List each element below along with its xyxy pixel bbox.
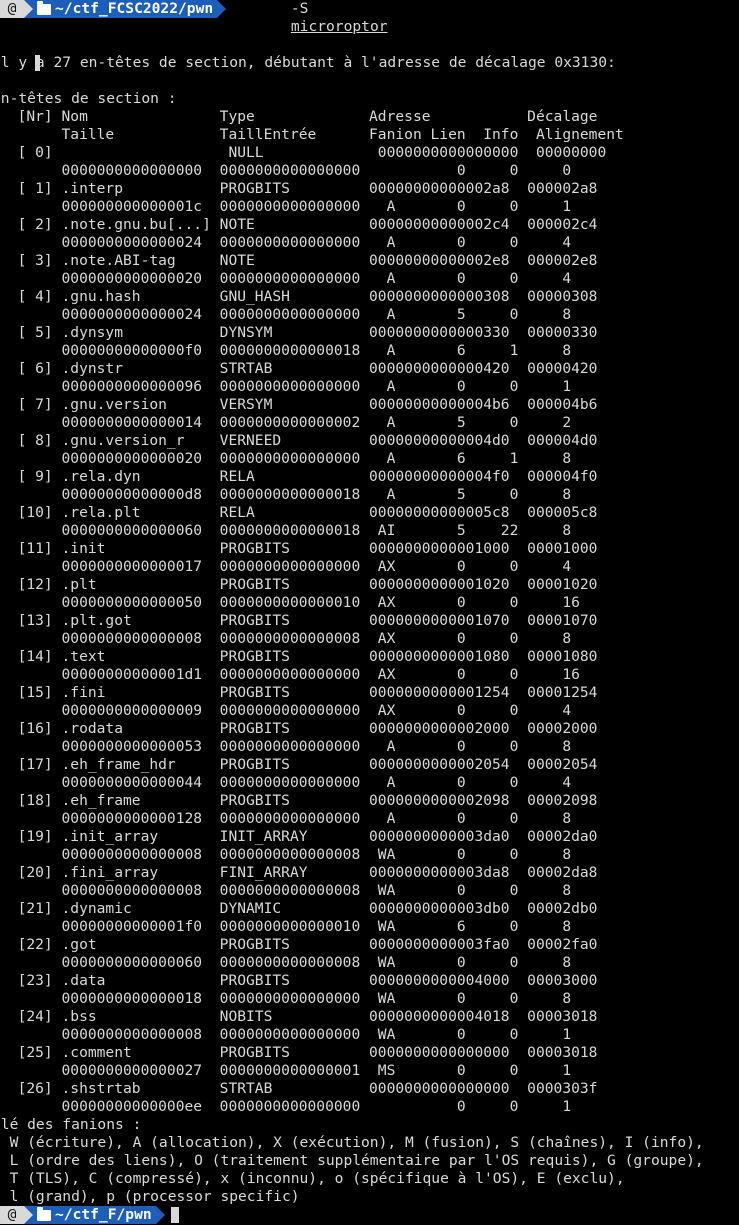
table-row: [13] .plt.got PROGBITS 0000000000001070 …	[0, 612, 598, 629]
table-row-detail: 0000000000000008 0000000000000008 WA 0 0…	[0, 882, 572, 899]
table-row: [ 3] .note.ABI-tag NOTE 00000000000002e8…	[0, 252, 598, 269]
table-row: [14] .text PROGBITS 0000000000001080 000…	[0, 648, 598, 665]
table-row: [20] .fini_array FINI_ARRAY 000000000000…	[0, 864, 598, 881]
table-row-detail: 000000000000001c 0000000000000000 A 0 0 …	[0, 198, 572, 215]
table-row-detail: 0000000000000044 0000000000000000 A 0 0 …	[0, 774, 572, 791]
prompt-path: ~/ctf_FCSC2022/pwn	[55, 0, 214, 17]
table-row: [16] .rodata PROGBITS 0000000000002000 0…	[0, 720, 598, 737]
table-row-detail: 0000000000000024 0000000000000000 A 5 0 …	[0, 306, 572, 323]
debian-logo-icon: @	[0, 0, 24, 18]
table-row-detail: 0000000000000096 0000000000000000 A 0 0 …	[0, 378, 572, 395]
table-row: [15] .fini PROGBITS 0000000000001254 000…	[0, 684, 598, 701]
legend-line: W (écriture), A (allocation), X (exécuti…	[0, 1134, 704, 1151]
table-row: [ 8] .gnu.version_r VERNEED 000000000000…	[0, 432, 598, 449]
output-cursor-line	[0, 36, 41, 71]
table-row-detail: 0000000000000008 0000000000000000 WA 0 0…	[0, 1026, 572, 1043]
table-row: [10] .rela.plt RELA 00000000000005c8 000…	[0, 504, 598, 521]
table-row-detail: 00000000000000d8 0000000000000018 A 5 0 …	[0, 486, 572, 503]
table-row-detail: 0000000000000128 0000000000000000 A 0 0 …	[0, 810, 572, 827]
separator-icon	[24, 0, 33, 18]
table-row: [21] .dynamic DYNAMIC 0000000000003db0 0…	[0, 900, 598, 917]
prompt-path: ~/ctf_F/pwn	[55, 1206, 152, 1223]
prompt-path-segment: ~/ctf_FCSC2022/pwn	[33, 0, 218, 18]
table-row-detail: 0000000000000009 0000000000000000 AX 0 0…	[0, 702, 572, 719]
table-row-detail: 00000000000000f0 0000000000000018 A 6 1 …	[0, 342, 572, 359]
folder-icon	[37, 1206, 51, 1221]
legend-line: l (grand), p (processor specific)	[0, 1188, 300, 1205]
table-row-detail: 0000000000000017 0000000000000000 AX 0 0…	[0, 558, 572, 575]
table-row: [25] .comment PROGBITS 0000000000000000 …	[0, 1044, 598, 1061]
table-row: [ 2] .note.gnu.bu[...] NOTE 000000000000…	[0, 216, 598, 233]
table-header-1: [Nr] Nom Type Adresse Décalage	[0, 108, 598, 125]
legend-line: T (TLS), C (compressé), x (inconnu), o (…	[0, 1170, 625, 1187]
command-input[interactable]	[170, 1207, 179, 1223]
table-row-detail: 0000000000000060 0000000000000018 AI 5 2…	[0, 522, 572, 539]
table-row: [19] .init_array INIT_ARRAY 000000000000…	[0, 828, 598, 845]
table-row: [ 5] .dynsym DYNSYM 0000000000000330 000…	[0, 324, 598, 341]
section-title: En-têtes de section :	[0, 90, 177, 107]
table-row: [ 0] NULL 0000000000000000 00000000	[0, 144, 607, 161]
table-row-detail: 00000000000001f0 0000000000000010 WA 6 0…	[0, 918, 572, 935]
table-row: [23] .data PROGBITS 0000000000004000 000…	[0, 972, 598, 989]
table-row: [ 7] .gnu.version VERSYM 00000000000004b…	[0, 396, 598, 413]
separator-icon	[24, 1206, 33, 1224]
bottom-prompt: @ ~/ctf_F/pwn	[0, 1206, 179, 1224]
text-cursor	[170, 1207, 179, 1223]
table-row: [18] .eh_frame PROGBITS 0000000000002098…	[0, 792, 598, 809]
table-row: [11] .init PROGBITS 0000000000001000 000…	[0, 540, 598, 557]
command-line[interactable]: readelf -S microroptor	[238, 0, 388, 54]
terminal-window: @ ~/ctf_FCSC2022/pwn readelf -S microrop…	[0, 0, 739, 1225]
table-row-detail: 00000000000001d1 0000000000000000 AX 0 0…	[0, 666, 580, 683]
top-prompt: @ ~/ctf_FCSC2022/pwn readelf -S microrop…	[0, 0, 388, 35]
table-row-detail: 0000000000000000 0000000000000000 0 0 0	[0, 162, 572, 179]
separator-icon	[155, 1206, 165, 1224]
table-row: [17] .eh_frame_hdr PROGBITS 000000000000…	[0, 756, 598, 773]
table-row-detail: 0000000000000020 0000000000000000 A 6 1 …	[0, 450, 572, 467]
table-row: [12] .plt PROGBITS 0000000000001020 0000…	[0, 576, 598, 593]
table-header-2: Taille TaillEntrée Fanion Lien Info Alig…	[0, 126, 624, 143]
table-row-detail: 0000000000000020 0000000000000000 A 0 0 …	[0, 270, 572, 287]
table-row-detail: 0000000000000060 0000000000000008 WA 0 0…	[0, 954, 572, 971]
table-row-detail: 0000000000000008 0000000000000008 WA 0 0…	[0, 846, 572, 863]
legend-line: L (ordre des liens), O (traitement suppl…	[0, 1152, 704, 1169]
table-row: [24] .bss NOBITS 0000000000004018 000030…	[0, 1008, 598, 1025]
table-row: [ 6] .dynstr STRTAB 0000000000000420 000…	[0, 360, 598, 377]
command-file-argument[interactable]: microroptor	[291, 18, 388, 35]
table-row: [ 9] .rela.dyn RELA 00000000000004f0 000…	[0, 468, 598, 485]
table-row-detail: 0000000000000008 0000000000000008 AX 0 0…	[0, 630, 572, 647]
intro-line: Il y a 27 en-têtes de section, débutant …	[0, 54, 616, 71]
separator-icon	[217, 0, 227, 18]
table-row: [ 4] .gnu.hash GNU_HASH 0000000000000308…	[0, 288, 598, 305]
table-row: [22] .got PROGBITS 0000000000003fa0 0000…	[0, 936, 598, 953]
table-row-detail: 0000000000000053 0000000000000000 A 0 0 …	[0, 738, 572, 755]
table-row-detail: 0000000000000014 0000000000000002 A 5 0 …	[0, 414, 572, 431]
table-row-detail: 0000000000000027 0000000000000001 MS 0 0…	[0, 1062, 572, 1079]
table-row-detail: 00000000000000ee 0000000000000000 0 0 1	[0, 1098, 572, 1115]
legend-title: Clé des fanions :	[0, 1116, 142, 1133]
folder-icon	[37, 0, 51, 15]
command-option: -S	[290, 0, 309, 17]
table-row: [ 1] .interp PROGBITS 00000000000002a8 0…	[0, 180, 598, 197]
table-row-detail: 0000000000000050 0000000000000010 AX 0 0…	[0, 594, 580, 611]
table-row: [26] .shstrtab STRTAB 0000000000000000 0…	[0, 1080, 598, 1097]
debian-logo-icon: @	[0, 1206, 24, 1224]
table-row-detail: 0000000000000024 0000000000000000 A 0 0 …	[0, 234, 572, 251]
prompt-path-segment: ~/ctf_F/pwn	[33, 1206, 156, 1224]
table-row-detail: 0000000000000018 0000000000000000 WA 0 0…	[0, 990, 572, 1007]
